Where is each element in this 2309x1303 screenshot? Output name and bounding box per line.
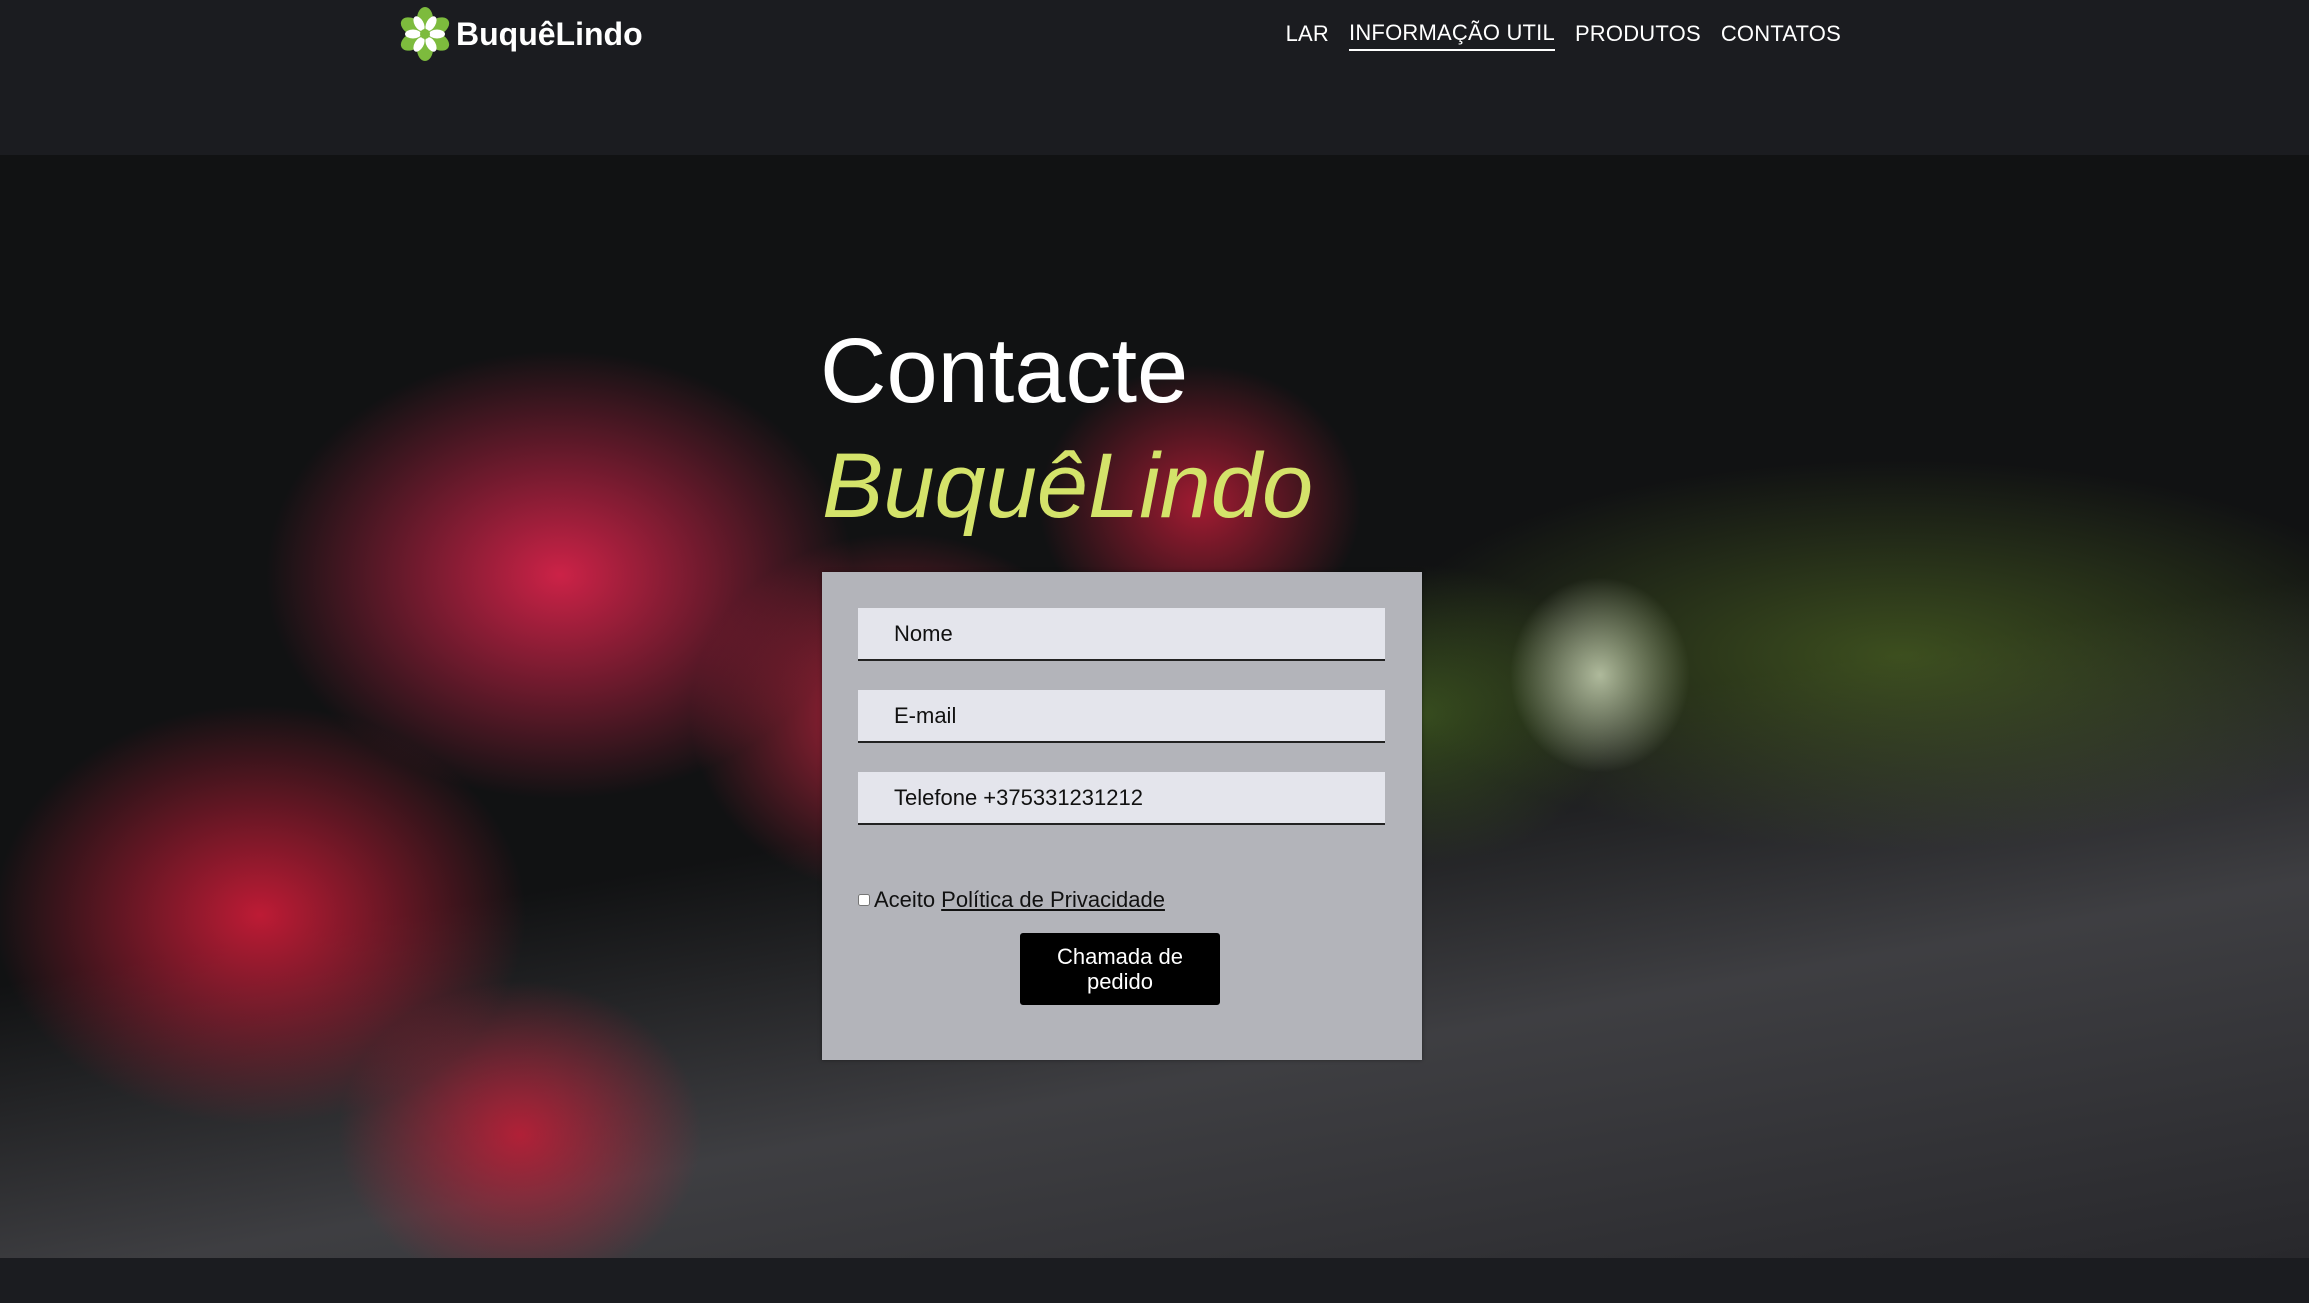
phone-field[interactable] <box>858 772 1385 825</box>
brand-logo[interactable]: BuquêLindo <box>400 6 643 62</box>
contact-form: Aceito Política de Privacidade Chamada d… <box>822 572 1422 1060</box>
flower-logo-icon <box>400 7 450 61</box>
hero-section: Contacte BuquêLindo Aceito Política de P… <box>0 155 2309 1258</box>
privacy-policy-link[interactable]: Política de Privacidade <box>941 887 1165 913</box>
email-field[interactable] <box>858 690 1385 743</box>
nav-item-contatos[interactable]: CONTATOS <box>1721 21 1841 50</box>
brand-name: BuquêLindo <box>456 15 643 52</box>
request-call-button[interactable]: Chamada de pedido <box>1020 933 1220 1005</box>
nav-item-produtos[interactable]: PRODUTOS <box>1575 21 1701 50</box>
privacy-checkbox[interactable] <box>858 894 870 906</box>
privacy-consent: Aceito Política de Privacidade <box>858 887 1386 913</box>
hero-brand-name: BuquêLindo <box>822 435 1314 537</box>
name-field[interactable] <box>858 608 1385 661</box>
nav-item-lar[interactable]: LAR <box>1286 21 1329 50</box>
nav-item-informacao-util[interactable]: INFORMAÇÃO UTIL <box>1349 20 1555 51</box>
site-header: BuquêLindo LAR INFORMAÇÃO UTIL PRODUTOS … <box>0 0 2309 155</box>
main-nav: LAR INFORMAÇÃO UTIL PRODUTOS CONTATOS <box>1286 20 1841 51</box>
footer-bar <box>0 1258 2309 1303</box>
hero-title: Contacte <box>820 320 1189 422</box>
consent-label: Aceito <box>874 887 936 912</box>
